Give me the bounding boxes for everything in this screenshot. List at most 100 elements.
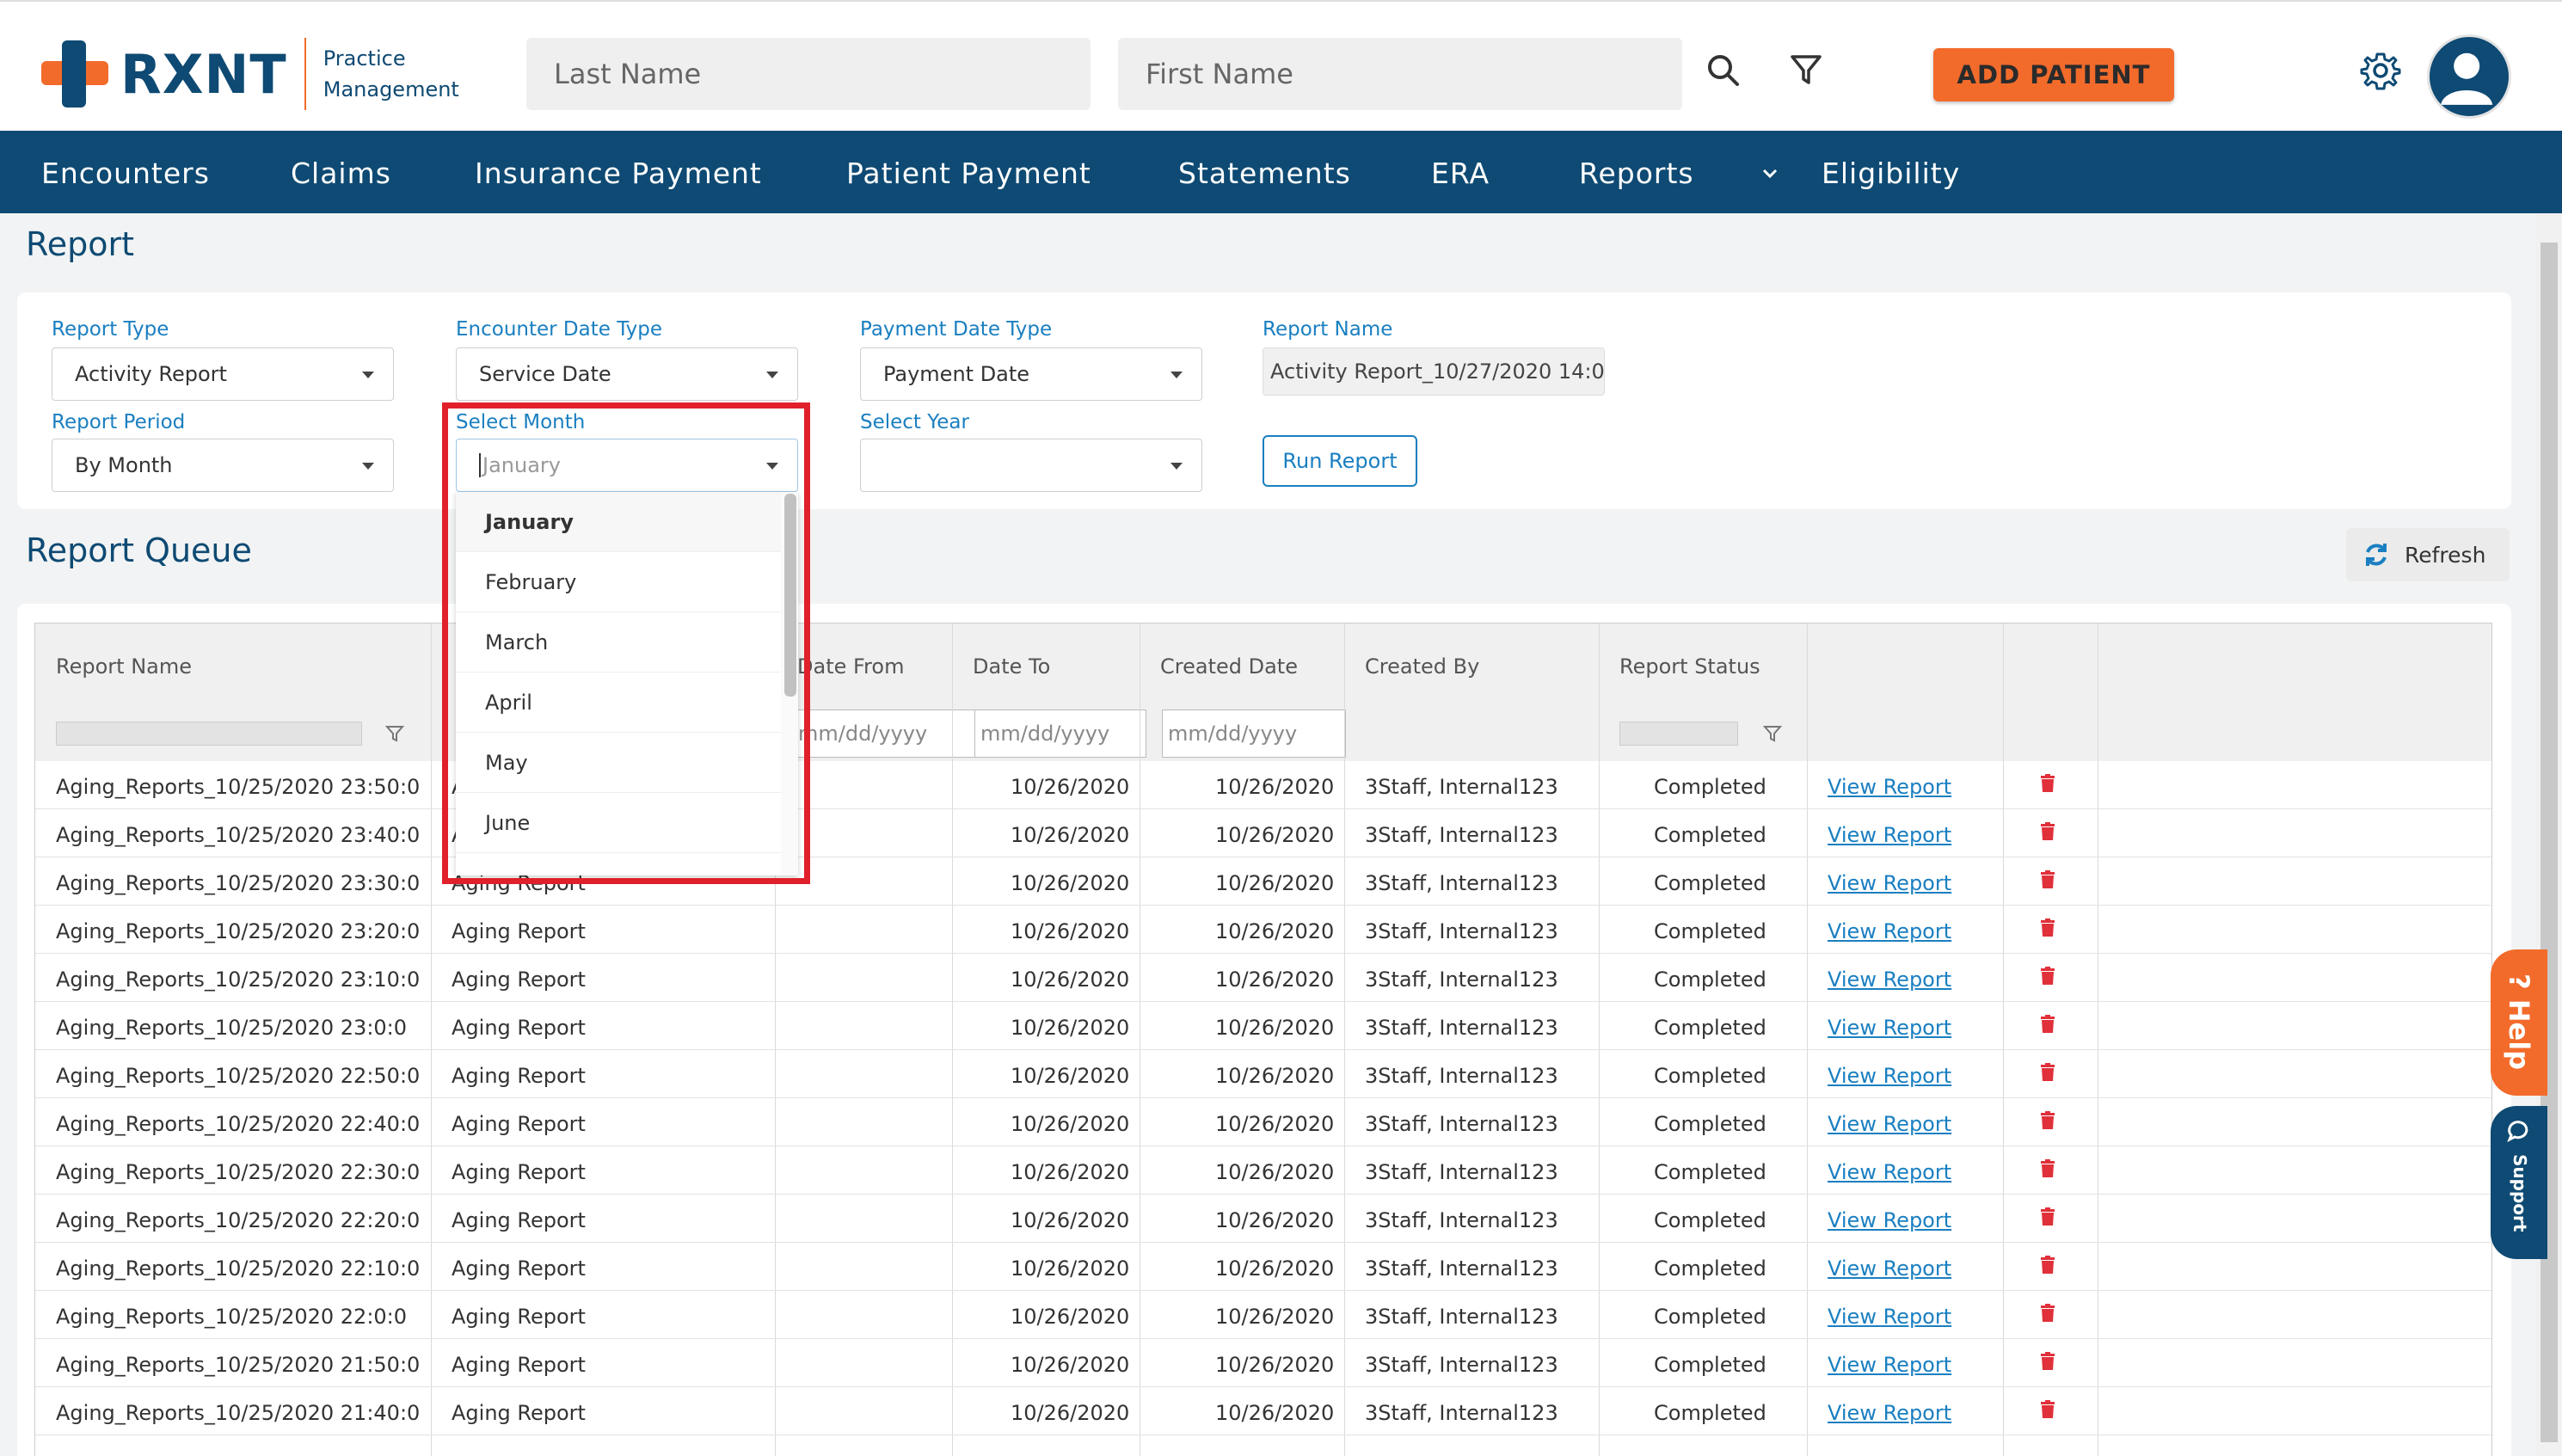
col-created-by[interactable]: Created By [1365, 654, 1479, 679]
cell-report-status: Completed [1654, 1160, 1766, 1184]
cell-report-type: Aging Report [452, 1401, 586, 1425]
report-type-select[interactable]: Activity Report [52, 347, 394, 401]
cell-report-type: Aging Report [452, 968, 586, 992]
report-type-value: Activity Report [75, 362, 227, 386]
cell-report-type: Aging Report [452, 1160, 586, 1184]
col-created-date[interactable]: Created Date [1160, 654, 1298, 679]
nav-claims[interactable]: Claims [291, 157, 391, 190]
cell-report-name: Aging_Reports_10/25/2020 21:50:0 [56, 1353, 421, 1377]
table-row: Aging_Reports_10/25/2020 23:20:0 Aging Re… [35, 906, 2491, 954]
cell-report-status: Completed [1654, 823, 1766, 847]
nav-insurance-payment[interactable]: Insurance Payment [475, 157, 762, 190]
report-name-field[interactable]: Activity Report_10/27/2020 14:07: [1263, 347, 1605, 396]
cell-created-by: 3Staff, Internal123 [1365, 1353, 1558, 1377]
trash-icon[interactable] [2037, 1207, 2058, 1227]
view-report-link[interactable]: View Report [1828, 968, 1951, 992]
help-button[interactable]: ? Help [2491, 949, 2547, 1096]
support-button[interactable]: Support [2491, 1106, 2547, 1259]
refresh-button[interactable]: Refresh [2346, 528, 2510, 581]
select-year-label: Select Year [860, 411, 969, 433]
nav-reports[interactable]: Reports [1579, 157, 1694, 190]
report-status-filter-input[interactable] [1619, 722, 1738, 746]
view-report-link[interactable]: View Report [1828, 1160, 1951, 1184]
col-report-name[interactable]: Report Name [56, 654, 192, 679]
trash-icon[interactable] [2037, 1158, 2058, 1179]
caret-down-icon [362, 372, 374, 378]
cell-report-type: Aging Report [452, 919, 586, 943]
trash-icon[interactable] [2037, 1014, 2058, 1035]
nav-statements[interactable]: Statements [1178, 157, 1351, 190]
report-name-filter-input[interactable] [56, 722, 362, 746]
cell-date-to: 10/26/2020 [1011, 1305, 1130, 1329]
payment-date-type-select[interactable]: Payment Date [860, 347, 1202, 401]
cell-report-type: Aging Report [452, 1064, 586, 1088]
view-report-link[interactable]: View Report [1828, 871, 1951, 895]
trash-icon[interactable] [2037, 1351, 2058, 1372]
view-report-link[interactable]: View Report [1828, 823, 1951, 847]
rxnt-logo[interactable]: RXNT Practice Management [41, 38, 459, 110]
report-period-label: Report Period [52, 411, 186, 433]
first-name-input[interactable] [1118, 38, 1682, 110]
cell-created-by: 3Staff, Internal123 [1365, 1112, 1558, 1136]
view-report-link[interactable]: View Report [1828, 1256, 1951, 1281]
user-avatar-icon[interactable] [2427, 34, 2511, 119]
date-from-filter[interactable]: mm/dd/yyyy [792, 710, 983, 758]
last-name-input[interactable] [526, 38, 1091, 110]
view-report-link[interactable]: View Report [1828, 919, 1951, 943]
trash-icon[interactable] [2037, 869, 2058, 890]
col-date-from[interactable]: Date From [797, 654, 904, 679]
view-report-link[interactable]: View Report [1828, 1016, 1951, 1040]
trash-icon[interactable] [2037, 1110, 2058, 1131]
trash-icon[interactable] [2037, 1303, 2058, 1324]
search-icon[interactable] [1703, 50, 1744, 91]
view-report-link[interactable]: View Report [1828, 1353, 1951, 1377]
cell-report-status: Completed [1654, 1401, 1766, 1425]
cell-date-to: 10/26/2020 [1011, 871, 1130, 895]
cell-report-status: Completed [1654, 968, 1766, 992]
date-to-filter[interactable]: mm/dd/yyyy [974, 710, 1146, 758]
table-row: Aging_Reports_10/25/2020 22:10:0 Aging Re… [35, 1243, 2491, 1291]
report-period-select[interactable]: By Month [52, 439, 394, 492]
cell-date-to: 10/26/2020 [1011, 1256, 1130, 1281]
chevron-down-icon[interactable] [1760, 163, 1780, 184]
gear-icon[interactable] [2360, 50, 2401, 91]
view-report-link[interactable]: View Report [1828, 1064, 1951, 1088]
nav-encounters[interactable]: Encounters [41, 157, 210, 190]
table-row: Aging_Reports_10/25/2020 22:30:0 Aging Re… [35, 1146, 2491, 1195]
refresh-label: Refresh [2405, 542, 2486, 568]
trash-icon[interactable] [2037, 821, 2058, 842]
refresh-icon [2366, 544, 2387, 566]
nav-era[interactable]: ERA [1431, 157, 1490, 190]
trash-icon[interactable] [2037, 1062, 2058, 1083]
table-row: Aging_Reports_10/25/2020 23:10:0 Aging Re… [35, 954, 2491, 1002]
view-report-link[interactable]: View Report [1828, 1401, 1951, 1425]
report-queue-title: Report Queue [26, 531, 252, 569]
filter-icon[interactable] [384, 723, 405, 744]
nav-eligibility[interactable]: Eligibility [1822, 157, 1960, 190]
cell-created-by: 3Staff, Internal123 [1365, 1016, 1558, 1040]
col-report-status[interactable]: Report Status [1619, 654, 1760, 679]
select-year-select[interactable] [860, 439, 1202, 492]
nav-patient-payment[interactable]: Patient Payment [846, 157, 1091, 190]
created-date-filter[interactable]: mm/dd/yyyy [1162, 710, 1346, 758]
col-date-to[interactable]: Date To [973, 654, 1050, 679]
cell-created-by: 3Staff, Internal123 [1365, 1401, 1558, 1425]
trash-icon[interactable] [2037, 773, 2058, 794]
encounter-date-type-select[interactable]: Service Date [456, 347, 798, 401]
view-report-link[interactable]: View Report [1828, 1305, 1951, 1329]
cell-created-by: 3Staff, Internal123 [1365, 775, 1558, 799]
view-report-link[interactable]: View Report [1828, 775, 1951, 799]
filter-icon[interactable] [1762, 723, 1783, 744]
trash-icon[interactable] [2037, 1255, 2058, 1275]
trash-icon[interactable] [2037, 918, 2058, 938]
add-patient-button[interactable]: ADD PATIENT [1933, 48, 2174, 101]
filter-icon[interactable] [1785, 50, 1827, 91]
page-scrollbar-thumb[interactable] [2540, 243, 2558, 1442]
encounter-date-type-value: Service Date [479, 362, 611, 386]
trash-icon[interactable] [2037, 1399, 2058, 1420]
run-report-button[interactable]: Run Report [1263, 435, 1417, 487]
trash-icon[interactable] [2037, 966, 2058, 986]
view-report-link[interactable]: View Report [1828, 1112, 1951, 1136]
cell-report-type: Aging Report [452, 1016, 586, 1040]
view-report-link[interactable]: View Report [1828, 1208, 1951, 1232]
